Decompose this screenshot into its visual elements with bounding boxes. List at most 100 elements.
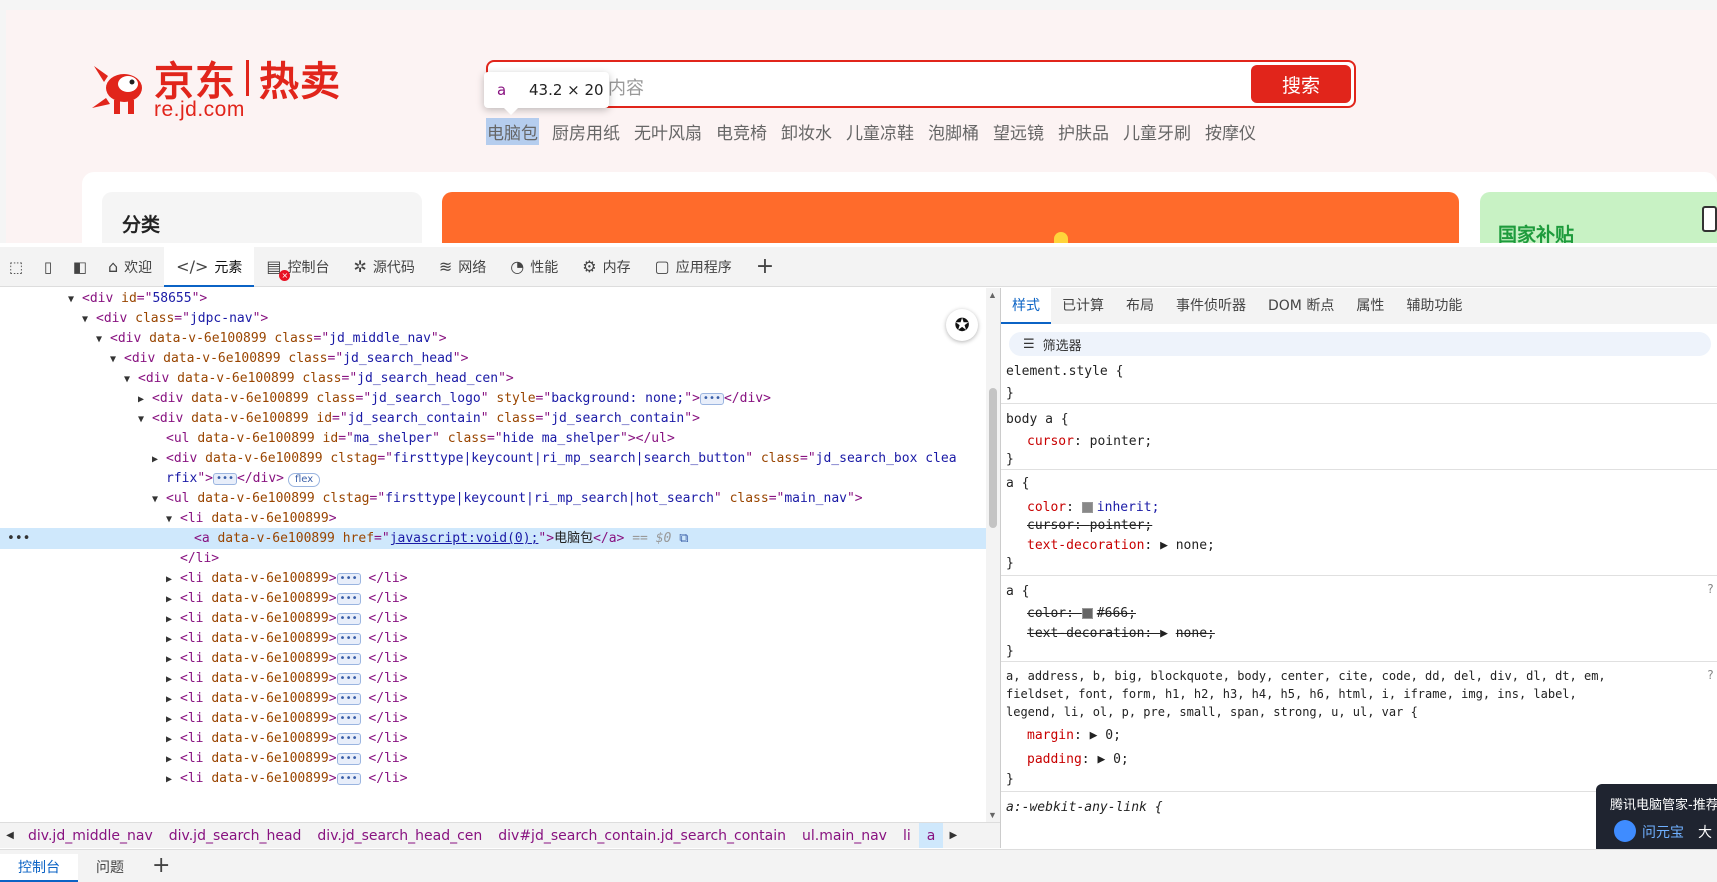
ellipsis-badge[interactable]: ••• [336,772,361,785]
dom-node[interactable]: ▼ <li data-v-6e100899> [0,508,986,529]
expand-arrow-icon[interactable]: ▶ [138,389,152,410]
rule-selector-line[interactable]: legend, li, ol, p, pre, small, span, str… [1006,702,1418,722]
dom-node[interactable]: <ul data-v-6e100899 id="ma_shelper" clas… [0,428,986,449]
expand-arrow-icon[interactable]: ▶ [166,709,180,730]
ellipsis-badge[interactable]: ••• [336,712,361,725]
promo-banner[interactable] [442,192,1459,243]
elements-scrollbar[interactable]: ▲ ▼ [986,288,1000,822]
hot-item[interactable]: 护肤品 [1057,118,1110,145]
ellipsis-badge[interactable]: ••• [336,592,361,605]
expand-arrow-icon[interactable]: ▶ [166,609,180,630]
tab-sources[interactable]: ✲ 源代码 [341,247,426,287]
copilot-icon[interactable]: ⧉ [679,531,688,546]
dom-node-li[interactable]: ▶ <li data-v-6e100899> ••• </li> [0,588,986,609]
dom-node-li[interactable]: ▶ <li data-v-6e100899> ••• </li> [0,748,986,769]
ellipsis-badge[interactable]: ••• [336,732,361,745]
color-swatch[interactable] [1081,502,1093,513]
scroll-up-icon[interactable]: ▲ [988,290,997,300]
collapse-arrow-icon[interactable]: ▼ [138,409,152,430]
tab-console[interactable]: ▤ × 控制台 [254,247,341,287]
crumb-item[interactable]: div.jd_middle_nav [20,823,161,848]
crumb-item[interactable]: div.jd_search_head [161,823,310,848]
collapse-arrow-icon[interactable]: ▼ [68,289,82,310]
decl[interactable]: padding: ▶ 0; [1027,750,1129,770]
decl-overridden[interactable]: text-decoration: ▶ none; [1027,624,1215,644]
collapse-arrow-icon[interactable]: ▼ [166,509,180,530]
tab-properties[interactable]: 属性 [1345,288,1395,324]
decl[interactable]: color: inherit; [1027,498,1159,518]
drawer-tab-console[interactable]: 控制台 [0,854,78,882]
ellipsis-badge[interactable]: ••• [336,692,361,705]
ellipsis-badge[interactable]: ••• [336,652,361,665]
dom-node-li[interactable]: ▶ <li data-v-6e100899> ••• </li> [0,628,986,649]
hot-item[interactable]: 厨房用纸 [551,118,621,145]
styles-filter[interactable]: ☰ 筛选器 [1009,332,1711,356]
dom-node[interactable]: ▼ <div data-v-6e100899 class="jd_search_h… [0,348,986,369]
color-swatch[interactable] [1081,608,1093,619]
crumb-item[interactable]: li [895,823,919,848]
drawer-add-button[interactable]: + [142,852,180,882]
dom-node[interactable]: ▼ <div id="58655"> [0,288,986,309]
dom-node-li[interactable]: ▶ <li data-v-6e100899> ••• </li> [0,688,986,709]
expand-arrow-icon[interactable]: ▶ [166,769,180,790]
ellipsis-badge[interactable]: ••• [336,572,361,585]
expand-arrow-icon[interactable]: ▶ [152,449,166,470]
notification-popup[interactable]: 腾讯电脑管家-推荐 问元宝 大 [1596,784,1717,854]
ellipsis-badge[interactable]: ••• [699,392,724,405]
dom-node[interactable]: ▼ <div data-v-6e100899 class="jd_middle_n… [0,328,986,349]
rule-selector[interactable]: body a { [1006,410,1069,430]
help-icon[interactable]: ? [1707,668,1714,682]
dom-node-li[interactable]: ▶ <li data-v-6e100899> ••• </li> [0,568,986,589]
attr-link[interactable]: javascript:void(0); [390,531,539,546]
collapse-arrow-icon[interactable]: ▼ [152,489,166,510]
collapse-arrow-icon[interactable]: ▼ [110,349,124,370]
hot-item[interactable]: 电脑包 [486,118,539,145]
expand-arrow-icon[interactable]: ▶ [166,729,180,750]
expand-arrow-icon[interactable]: ▶ [166,589,180,610]
hot-item[interactable]: 儿童牙刷 [1122,118,1192,145]
more-options-icon[interactable]: ••• [7,528,30,549]
tab-event-listeners[interactable]: 事件侦听器 [1165,288,1257,324]
crumb-item[interactable]: div#jd_search_contain.jd_search_contain [490,823,794,848]
notification-brand[interactable]: 问元宝 [1642,822,1684,842]
ellipsis-badge[interactable]: ••• [336,612,361,625]
inspect-element-icon[interactable]: ⬚ [0,247,32,287]
crumb-left-icon[interactable]: ◀ [0,830,20,841]
decl[interactable]: text-decoration: ▶ none; [1027,536,1215,556]
dom-node-li[interactable]: ▶ <li data-v-6e100899> ••• </li> [0,608,986,629]
help-icon[interactable]: ? [1707,582,1714,596]
hot-item[interactable]: 儿童凉鞋 [845,118,915,145]
expand-arrow-icon[interactable]: ▶ [166,749,180,770]
tab-performance[interactable]: ◔ 性能 [498,247,570,287]
expand-arrow-icon[interactable]: ▶ [166,629,180,650]
jd-logo[interactable]: 京东 热卖 re.jd.com [88,58,378,122]
dom-node[interactable]: ▼ <ul data-v-6e100899 clstag="firsttype|k… [0,488,986,509]
hot-item[interactable]: 无叶风扇 [633,118,703,145]
dom-node[interactable]: ▶ <div data-v-6e100899 class="jd_search_l… [0,388,986,409]
tab-computed[interactable]: 已计算 [1051,288,1115,324]
ellipsis-badge[interactable]: ••• [336,752,361,765]
dom-node-li[interactable]: ▶ <li data-v-6e100899> ••• </li> [0,668,986,689]
dom-node-li[interactable]: ▶ <li data-v-6e100899> ••• </li> [0,648,986,669]
hot-item[interactable]: 卸妆水 [780,118,833,145]
dom-node[interactable]: ▼ <div class="jdpc-nav"> [0,308,986,329]
decl[interactable]: margin: ▶ 0; [1027,726,1121,746]
expand-arrow-icon[interactable]: ▶ [1097,752,1105,767]
drawer-tab-issues[interactable]: 问题 [78,854,142,882]
dom-node-li[interactable]: ▶ <li data-v-6e100899> ••• </li> [0,728,986,749]
decl-overridden[interactable]: color: #666; [1027,604,1136,624]
device-emulation-icon[interactable]: ▯ [32,247,64,287]
crumb-item[interactable]: div.jd_search_head_cen [309,823,490,848]
rule-selector-line[interactable]: fieldset, font, form, h1, h2, h3, h4, h5… [1006,684,1577,704]
rule-selector[interactable]: a { [1006,582,1029,602]
add-tab-button[interactable]: + [744,247,786,287]
dom-node[interactable]: ▼ <div data-v-6e100899 id="jd_search_cont… [0,408,986,429]
rule-selector[interactable]: a { [1006,474,1029,494]
accessibility-icon[interactable]: ✪ [946,309,978,341]
ellipsis-badge[interactable]: ••• [336,672,361,685]
expand-arrow-icon[interactable]: ▶ [166,669,180,690]
subsidy-card[interactable]: 国家补贴 [1480,192,1717,243]
expand-arrow-icon[interactable]: ▶ [166,649,180,670]
crumb-item[interactable]: ul.main_nav [794,823,895,848]
dom-node-selected[interactable]: ••• <a data-v-6e100899 href="javascript:… [0,528,986,549]
